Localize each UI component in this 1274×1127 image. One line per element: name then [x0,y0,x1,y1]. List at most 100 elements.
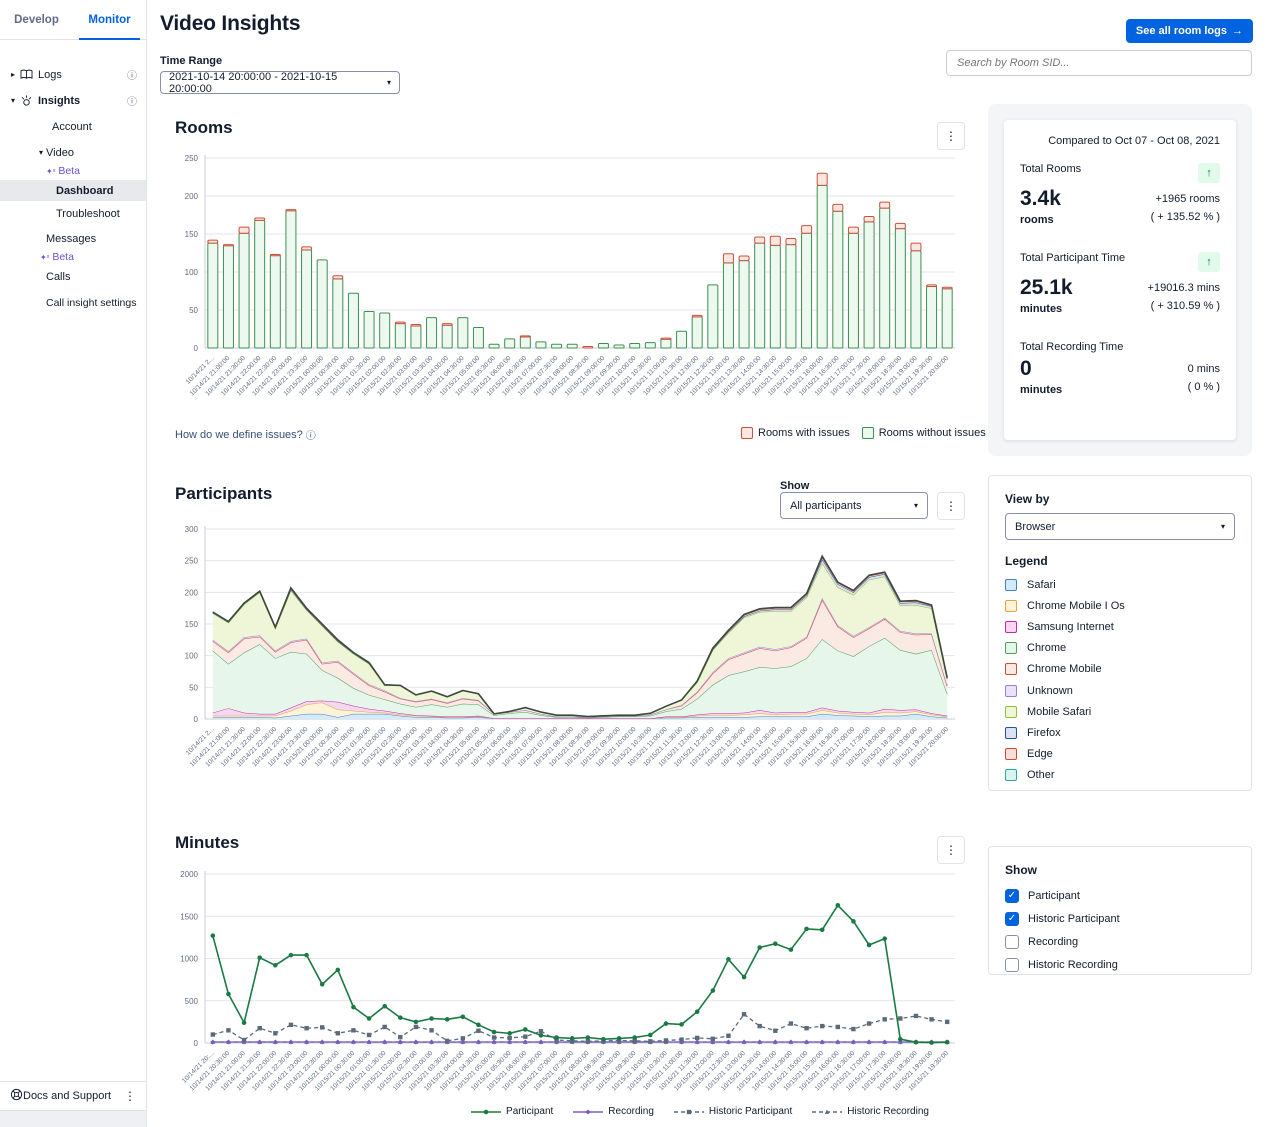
sidebar-item-troubleshoot[interactable]: Troubleshoot [0,203,146,224]
legend-item-chrome: Chrome [1005,638,1235,659]
svg-text:2000: 2000 [180,870,198,879]
checkbox[interactable] [1005,958,1019,972]
stat-value: 25.1k [1020,276,1073,299]
tab-monitor[interactable]: Monitor [73,0,146,39]
sidebar-item-logs[interactable]: ▸ Logs ⓘ [0,64,146,85]
stat-total-recording-time: Total Recording Time 0 minutes 0 mins ( … [1020,341,1220,396]
legend-swatch [1005,706,1017,718]
diamond-line-icon [573,1107,603,1117]
minutes-legend-historic-recording: Historic Recording [812,1106,929,1117]
sidebar-item-messages[interactable]: Messages [0,228,146,249]
show-option-historic-participant[interactable]: ✓Historic Participant [1005,907,1235,930]
svg-text:0: 0 [194,1039,199,1048]
minutes-menu-button[interactable]: ⋮ [937,836,965,864]
tab-develop[interactable]: Develop [0,0,73,39]
sidebar-item-account[interactable]: Account [0,116,146,137]
show-value: All participants [790,500,862,512]
search-input[interactable] [957,57,1241,69]
checkbox[interactable] [1005,935,1019,949]
arrow-right-icon: → [1232,25,1243,37]
show-option-participant[interactable]: ✓ Participant [1005,884,1235,907]
sidebar-item-insights[interactable]: ▾ Insights ⓘ [0,90,146,111]
participants-menu-button[interactable]: ⋮ [937,492,965,520]
insights-icon [20,95,33,107]
legend-label: Recording [608,1106,654,1117]
svg-text:1000: 1000 [180,955,198,964]
legend-label: Historic Recording [847,1106,929,1117]
define-issues-link[interactable]: How do we define issues? ⓘ [175,427,316,442]
sidebar-item-label: Beta [52,251,74,263]
svg-text:100: 100 [185,652,199,661]
sidebar-item-messages-beta[interactable]: ✦ˣ Beta [0,248,146,266]
rooms-chart: 05010015020025010/14/21 2...10/14/21 21:… [160,150,960,430]
sidebar-item-call-insight-settings[interactable]: Call insight settings [0,292,146,313]
minutes-legend-participant: Participant [471,1106,553,1117]
kebab-icon[interactable]: ⋮ [124,1089,136,1103]
sidebar-item-label: Call insight settings [46,297,136,309]
kebab-icon: ⋮ [945,129,957,143]
svg-text:500: 500 [185,997,199,1006]
legend-label: Historic Participant [709,1106,792,1117]
square-line-icon [674,1107,704,1117]
participants-show-select[interactable]: All participants ▾ [780,492,928,519]
room-sid-search [946,50,1252,76]
legend-label: Safari [1027,579,1056,591]
svg-text:0: 0 [194,344,199,353]
issues-swatch [741,427,753,439]
rooms-menu-button[interactable]: ⋮ [937,122,965,150]
legend-swatch [1005,685,1017,697]
time-range-select[interactable]: 2021-10-14 20:00:00 - 2021-10-15 20:00:0… [160,71,400,94]
show-option-historic-recording[interactable]: Historic Recording [1005,953,1235,976]
legend-label: Participant [506,1106,553,1117]
checkbox-label: Participant [1028,890,1080,902]
sidebar-item-label: Beta [58,165,80,177]
legend-title: Legend [1005,554,1235,568]
checkbox[interactable]: ✓ [1005,889,1019,903]
stat-delta: 0 mins ( 0 % ) [1188,357,1220,396]
page-title: Video Insights [160,12,300,36]
minutes-legend-recording: Recording [573,1106,654,1117]
checkbox[interactable]: ✓ [1005,912,1019,926]
legend-label: Chrome Mobile I Os [1027,600,1125,612]
info-icon[interactable]: ⓘ [127,93,137,108]
legend-item-other: Other [1005,765,1235,786]
sidebar-item-video[interactable]: ▾ Video [0,142,146,163]
sidebar-item-label: Troubleshoot [56,208,120,220]
see-all-room-logs-button[interactable]: See all room logs → [1126,19,1253,43]
sidebar-item-dashboard[interactable]: Dashboard [0,180,146,201]
show-option-recording[interactable]: Recording [1005,930,1235,953]
legend-label: Edge [1027,748,1053,760]
show-panel-title: Show [1005,863,1235,877]
view-by-select[interactable]: Browser ▾ [1005,513,1235,540]
time-range-value: 2021-10-14 20:00:00 - 2021-10-15 20:00:0… [169,71,379,95]
view-by-panel: View by Browser ▾ Legend SafariChrome Mo… [988,475,1252,791]
minutes-chart: 050010001500200010/14/21 20:...10/14/21 … [160,866,960,1106]
sidebar-tabs: Develop Monitor [0,0,146,40]
sidebar-item-video-beta[interactable]: ✦ˣ Beta [0,162,146,180]
legend-swatch [1005,748,1017,760]
globe-icon [10,1088,23,1104]
svg-text:300: 300 [185,525,199,534]
legend-item-edge: Edge [1005,744,1235,765]
info-icon[interactable]: ⓘ [127,67,137,82]
stat-unit: minutes [1020,384,1062,396]
sidebar-item-calls[interactable]: Calls [0,266,146,287]
define-issues-label: How do we define issues? [175,429,303,441]
stat-label: Total Rooms [1020,163,1081,175]
legend-swatch [1005,663,1017,675]
legend-label: Samsung Internet [1027,621,1114,633]
svg-text:0: 0 [194,715,199,724]
svg-text:50: 50 [189,683,198,692]
svg-text:150: 150 [185,620,199,629]
stat-total-rooms: Total Rooms ↑ 3.4k rooms +1965 rooms ( +… [1020,163,1220,226]
docs-and-support[interactable]: Docs and Support ⋮ [0,1081,146,1110]
legend-item-chrome-mobile-i-os: Chrome Mobile I Os [1005,595,1235,616]
legend-swatch [1005,727,1017,739]
no-issues-swatch [862,427,874,439]
legend-label: Chrome [1027,642,1066,654]
legend-item-safari: Safari [1005,574,1235,595]
checkbox-label: Historic Recording [1028,959,1118,971]
chevron-down-icon: ▾ [36,148,46,157]
see-all-label: See all room logs [1136,25,1227,37]
minutes-title: Minutes [175,833,239,853]
